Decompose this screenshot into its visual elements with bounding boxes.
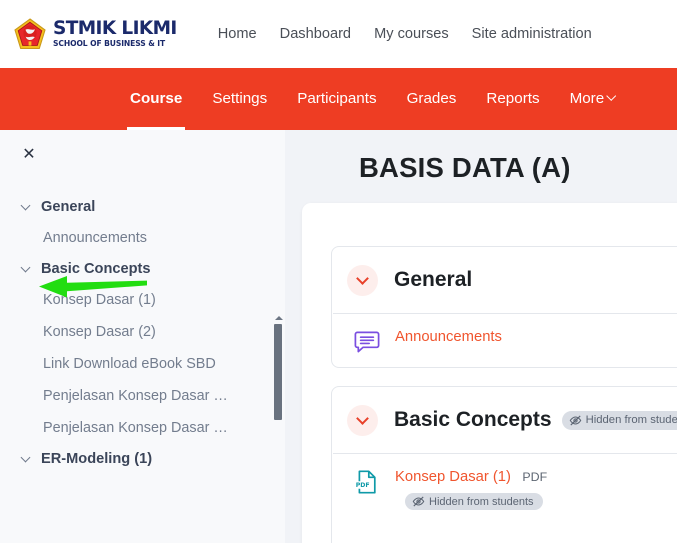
activity-announcements[interactable]: Announcements <box>332 314 677 355</box>
tab-participants[interactable]: Participants <box>297 68 376 130</box>
scroll-up-arrow-icon[interactable] <box>275 316 283 320</box>
course-section-basic-concepts: Basic Concepts Hidden from students <box>331 386 677 543</box>
section-title: Basic Concepts <box>394 408 552 431</box>
section-collapse-toggle[interactable] <box>347 264 378 296</box>
brand-text: STMIK LIKMI SCHOOL OF BUSINESS & IT <box>53 20 177 47</box>
course-nav-bar: Course Settings Participants Grades Repo… <box>0 68 677 130</box>
site-header: STMIK LIKMI SCHOOL OF BUSINESS & IT Home… <box>0 0 677 68</box>
section-collapse-toggle[interactable] <box>347 404 378 436</box>
nav-item-home[interactable]: Home <box>218 26 257 42</box>
eye-slash-icon <box>569 415 581 425</box>
course-main-content: BASIS DATA (A) General Announcements Bas… <box>285 130 677 543</box>
nav-item-site-administration[interactable]: Site administration <box>472 26 592 42</box>
activity-link-konsep-dasar-1[interactable]: Konsep Dasar (1) <box>395 469 511 485</box>
course-index-item-link-download-ebook-sbd[interactable]: Link Download eBook SBD <box>0 348 266 380</box>
brand-tagline: SCHOOL OF BUSINESS & IT <box>53 38 166 48</box>
page-root: STMIK LIKMI SCHOOL OF BUSINESS & IT Home… <box>0 0 677 543</box>
activity-body: Konsep Dasar (1) PDF Hidden from student… <box>395 468 547 513</box>
activity-meta: Hidden from students <box>395 493 547 513</box>
pdf-file-icon: PDF <box>354 469 380 495</box>
chevron-down-icon <box>20 200 31 210</box>
course-index-list: General Announcements Basic Concepts Kon… <box>0 192 266 474</box>
tab-grades[interactable]: Grades <box>407 68 457 130</box>
chevron-down-icon <box>20 262 31 272</box>
course-content-card: General Announcements Basic Concepts Hid… <box>302 203 677 543</box>
tab-settings[interactable]: Settings <box>212 68 267 130</box>
drawer-close-button[interactable]: ✕ <box>18 144 40 166</box>
tab-more-label: More <box>569 90 605 107</box>
activity-konsep-dasar-1[interactable]: PDF Konsep Dasar (1) PDF Hidden from stu… <box>332 454 677 513</box>
activity-body: Announcements <box>395 328 502 346</box>
course-index-section-er-modeling[interactable]: ER-Modeling (1) <box>0 444 266 474</box>
course-section-general: General Announcements <box>331 246 677 368</box>
course-index-item-penjelasan-konsep-dasar-2[interactable]: Penjelasan Konsep Dasar … <box>0 412 266 444</box>
page-body: ✕ General Announcements Basic Concepts K… <box>0 130 677 543</box>
chevron-down-icon <box>356 271 369 285</box>
course-index-item-announcements[interactable]: Announcements <box>0 222 266 254</box>
chevron-down-icon <box>20 452 31 462</box>
course-nav-items: Course Settings Participants Grades Repo… <box>126 68 644 130</box>
sidebar-scrollbar-thumb[interactable] <box>274 324 282 420</box>
site-brand[interactable]: STMIK LIKMI SCHOOL OF BUSINESS & IT <box>14 17 177 51</box>
svg-text:PDF: PDF <box>356 482 370 489</box>
tab-more[interactable]: More <box>569 68 617 130</box>
primary-nav: Home Dashboard My courses Site administr… <box>218 26 592 42</box>
tab-reports[interactable]: Reports <box>486 68 539 130</box>
status-badge-hidden-activity: Hidden from students <box>405 493 543 510</box>
course-index-section-general[interactable]: General <box>0 192 266 222</box>
status-badge-label: Hidden from students <box>429 495 534 508</box>
activity-file-type: PDF <box>522 470 548 484</box>
course-index-item-konsep-dasar-1[interactable]: Konsep Dasar (1) <box>0 284 266 316</box>
course-index-drawer: ✕ General Announcements Basic Concepts K… <box>0 130 285 543</box>
nav-item-dashboard[interactable]: Dashboard <box>280 26 351 42</box>
section-header: General <box>332 247 677 313</box>
nav-item-my-courses[interactable]: My courses <box>374 26 449 42</box>
chevron-down-icon <box>606 91 617 101</box>
status-badge-hidden-section: Hidden from students <box>561 410 677 430</box>
chevron-down-icon <box>356 411 369 425</box>
course-index-item-penjelasan-konsep-dasar-1[interactable]: Penjelasan Konsep Dasar … <box>0 380 266 412</box>
section-header: Basic Concepts Hidden from students <box>332 387 677 453</box>
stmik-likmi-logo-icon <box>14 17 46 51</box>
status-badge-label: Hidden from students <box>585 414 677 426</box>
section-label: Basic Concepts <box>41 261 151 277</box>
activity-link-announcements[interactable]: Announcements <box>395 329 502 345</box>
course-index-item-konsep-dasar-2[interactable]: Konsep Dasar (2) <box>0 316 266 348</box>
section-title: General <box>394 268 473 291</box>
section-label: General <box>41 199 96 215</box>
forum-announcement-icon <box>354 329 380 355</box>
eye-slash-icon <box>412 496 425 507</box>
brand-name: STMIK LIKMI <box>53 18 177 40</box>
section-label: ER-Modeling (1) <box>41 451 153 467</box>
page-title: BASIS DATA (A) <box>359 152 571 183</box>
tab-course[interactable]: Course <box>126 68 186 130</box>
course-index-section-basic-concepts[interactable]: Basic Concepts <box>0 254 266 284</box>
